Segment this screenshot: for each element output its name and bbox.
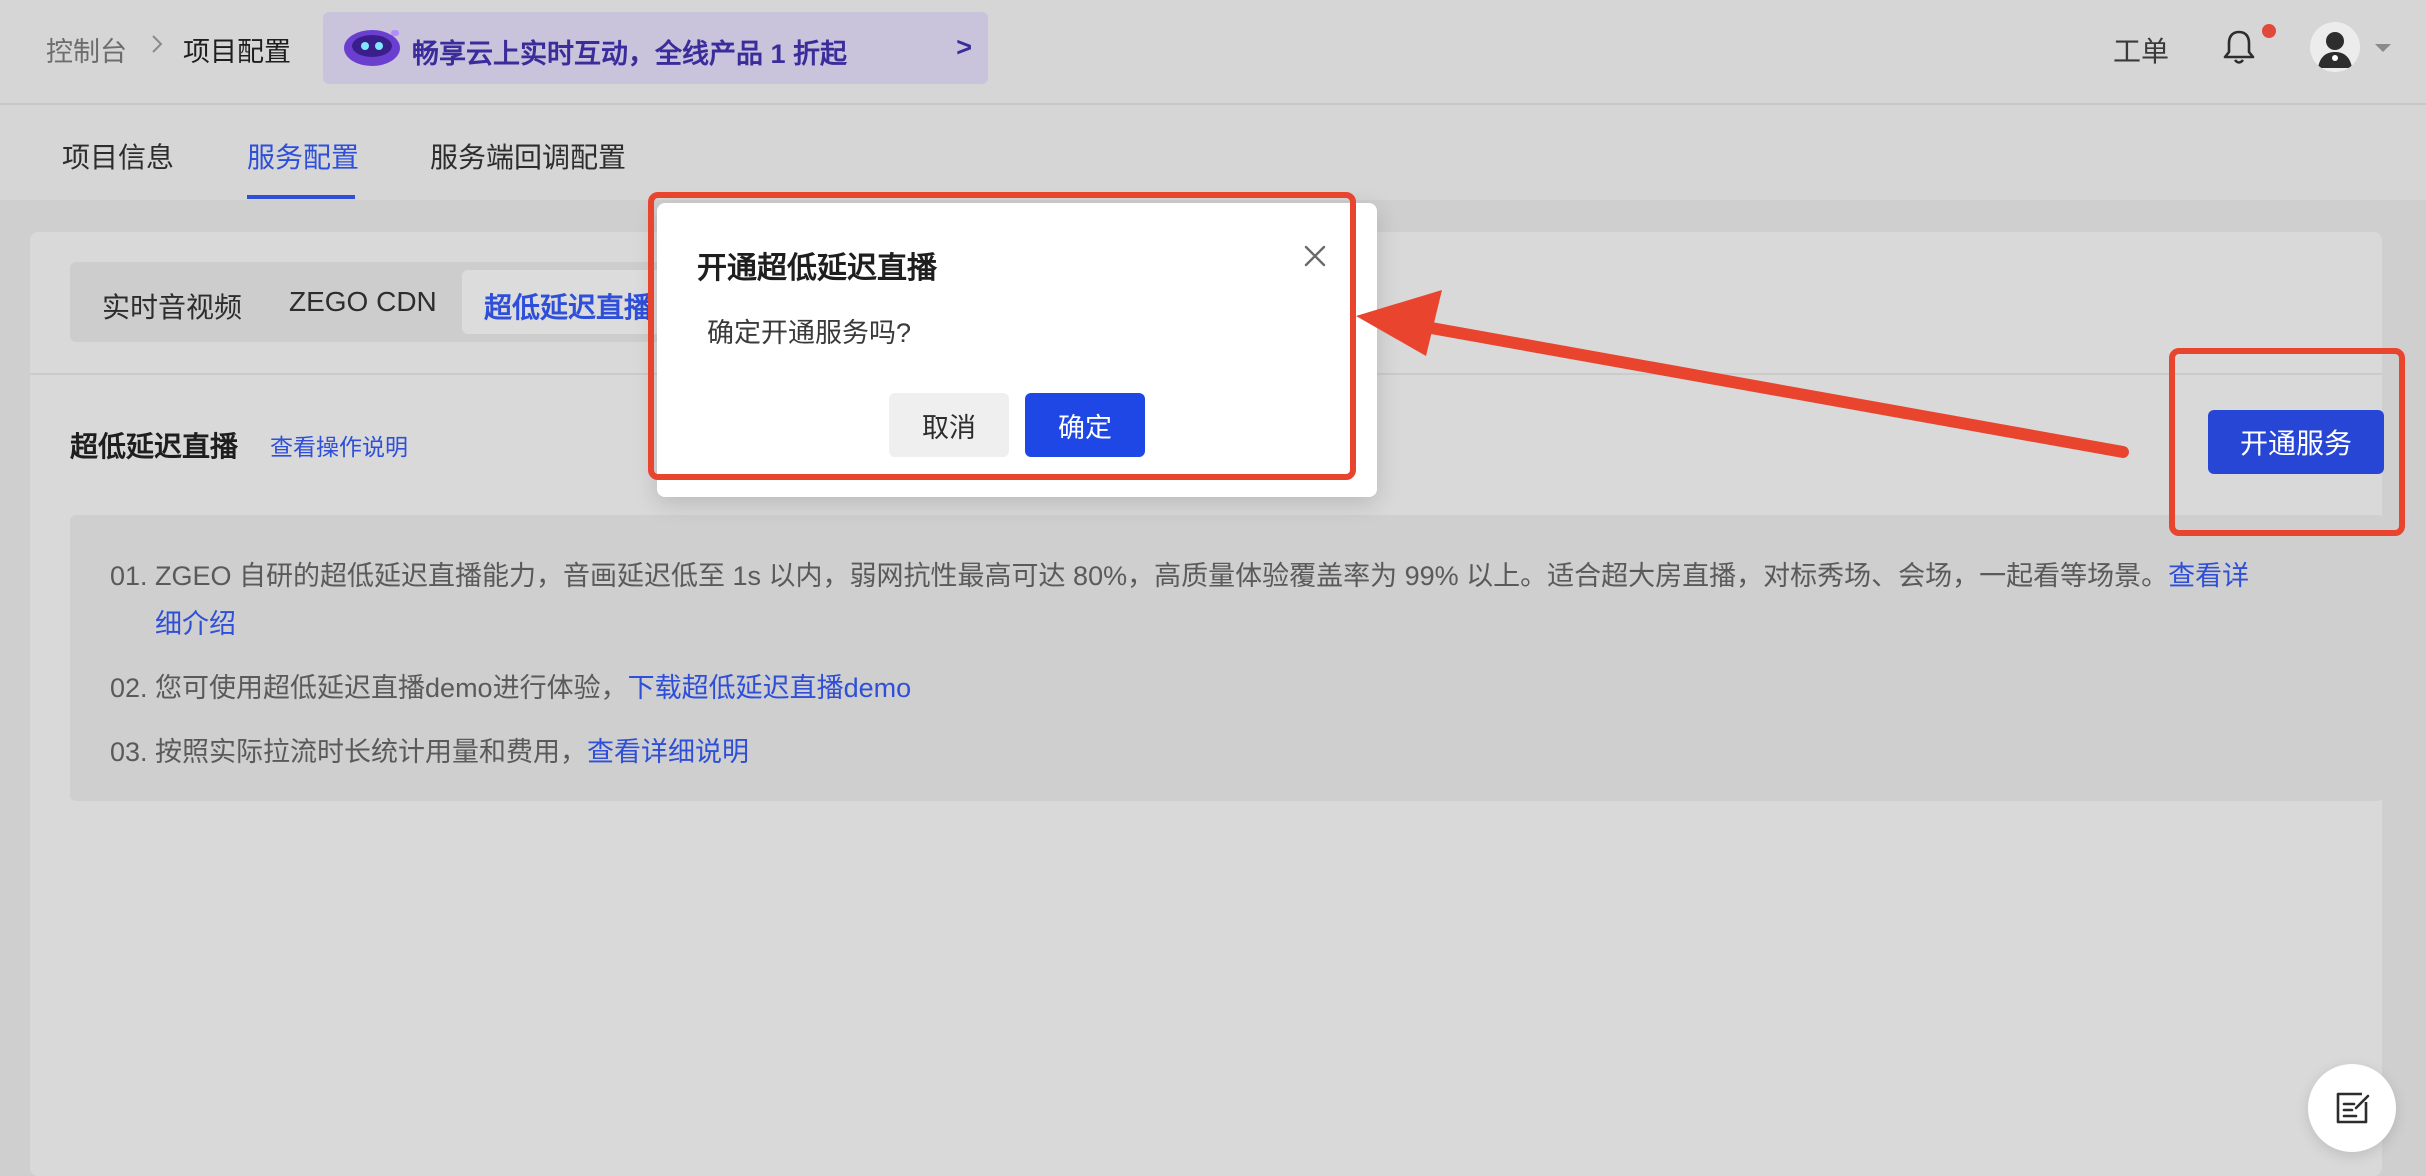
modal-overlay	[0, 0, 2426, 1176]
dialog-highlight-box	[648, 192, 1356, 480]
feedback-button[interactable]	[2308, 1064, 2396, 1152]
edit-note-icon	[2336, 1092, 2370, 1124]
button-highlight-box	[2169, 348, 2405, 536]
